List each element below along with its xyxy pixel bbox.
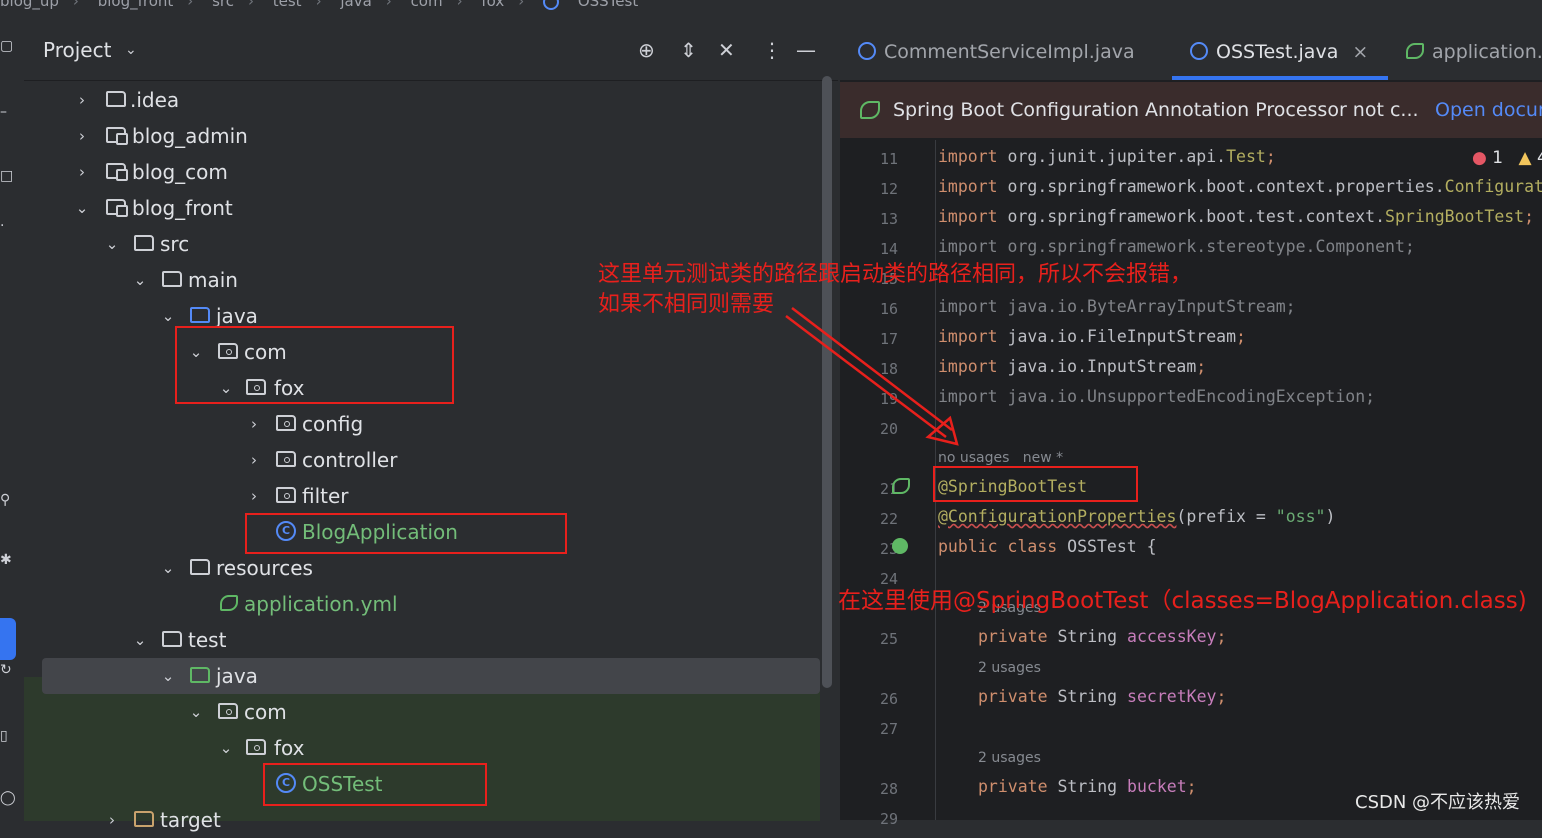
annotation-arrow (785, 307, 959, 446)
watermark: CSDN @不应该热爱 (1355, 792, 1521, 813)
